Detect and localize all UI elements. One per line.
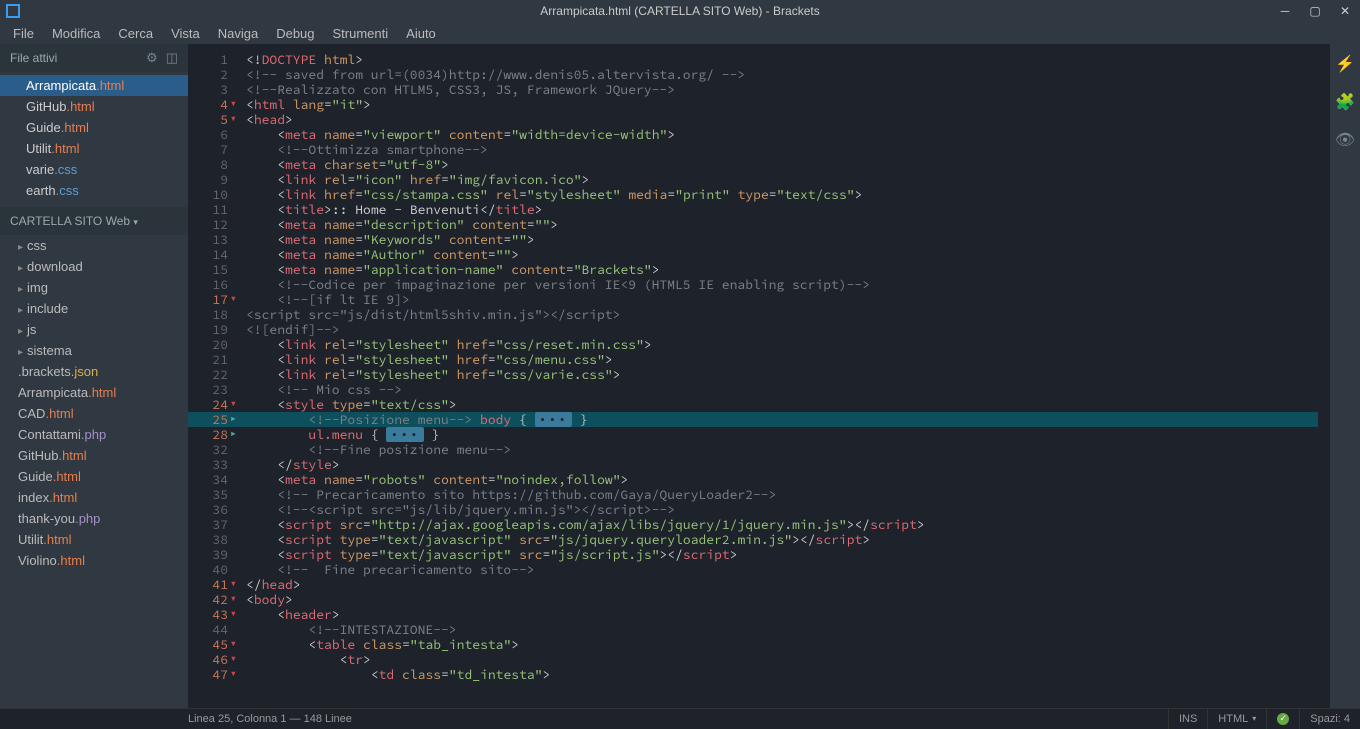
code-area[interactable]: <!DOCTYPE html><!-- saved from url=(0034…: [234, 44, 1318, 708]
working-file[interactable]: Arrampicata.html: [0, 75, 188, 96]
working-files-header: File attivi ⚙ ◫: [0, 44, 188, 72]
folder-item[interactable]: include: [0, 298, 188, 319]
menu-cerca[interactable]: Cerca: [118, 26, 153, 41]
project-header[interactable]: CARTELLA SITO Web ▾: [0, 207, 188, 235]
file-item[interactable]: Contattami.php: [0, 424, 188, 445]
file-item[interactable]: Arrampicata.html: [0, 382, 188, 403]
indent-mode[interactable]: Spazi: 4: [1299, 709, 1360, 729]
working-file[interactable]: varie.css: [0, 159, 188, 180]
eye-icon[interactable]: 👁: [1335, 130, 1355, 150]
menu-aiuto[interactable]: Aiuto: [406, 26, 436, 41]
file-item[interactable]: thank-you.php: [0, 508, 188, 529]
menu-debug[interactable]: Debug: [276, 26, 314, 41]
project-name: CARTELLA SITO Web: [10, 214, 130, 228]
working-files-list: Arrampicata.htmlGitHub.htmlGuide.htmlUti…: [0, 72, 188, 207]
insert-mode[interactable]: INS: [1168, 709, 1207, 729]
sidebar: File attivi ⚙ ◫ Arrampicata.htmlGitHub.h…: [0, 44, 188, 708]
live-preview-icon[interactable]: ⚡: [1335, 54, 1355, 74]
working-file[interactable]: earth.css: [0, 180, 188, 201]
folder-item[interactable]: img: [0, 277, 188, 298]
working-file[interactable]: Guide.html: [0, 117, 188, 138]
file-item[interactable]: GitHub.html: [0, 445, 188, 466]
project-tree: cssdownloadimgincludejssistema.brackets.…: [0, 235, 188, 708]
file-item[interactable]: Guide.html: [0, 466, 188, 487]
folder-item[interactable]: download: [0, 256, 188, 277]
folder-item[interactable]: sistema: [0, 340, 188, 361]
code-editor[interactable]: 1234▼5▼67891011121314151617▼181920212223…: [188, 44, 1330, 708]
working-file[interactable]: Utilit.html: [0, 138, 188, 159]
split-icon[interactable]: ◫: [166, 50, 178, 66]
folder-item[interactable]: css: [0, 235, 188, 256]
working-file[interactable]: GitHub.html: [0, 96, 188, 117]
menu-naviga[interactable]: Naviga: [218, 26, 258, 41]
lint-status[interactable]: ✓: [1266, 709, 1299, 729]
minimize-button[interactable]: ─: [1270, 0, 1300, 22]
language-mode[interactable]: HTML ▾: [1207, 709, 1266, 729]
statusbar: Linea 25, Colonna 1 — 148 Linee INS HTML…: [0, 708, 1360, 728]
file-item[interactable]: .brackets.json: [0, 361, 188, 382]
file-item[interactable]: Utilit.html: [0, 529, 188, 550]
maximize-button[interactable]: ▢: [1300, 0, 1330, 22]
window-title: Arrampicata.html (CARTELLA SITO Web) - B…: [0, 4, 1360, 18]
folder-item[interactable]: js: [0, 319, 188, 340]
menu-strumenti[interactable]: Strumenti: [333, 26, 389, 41]
file-item[interactable]: CAD.html: [0, 403, 188, 424]
menu-file[interactable]: File: [13, 26, 34, 41]
close-button[interactable]: ✕: [1330, 0, 1360, 22]
gear-icon[interactable]: ⚙: [146, 50, 158, 66]
menu-vista[interactable]: Vista: [171, 26, 200, 41]
menubar: File Modifica Cerca Vista Naviga Debug Strumen…: [0, 22, 1360, 44]
app-icon: [6, 4, 20, 18]
titlebar: Arrampicata.html (CARTELLA SITO Web) - B…: [0, 0, 1360, 22]
menu-modifica[interactable]: Modifica: [52, 26, 100, 41]
right-toolbar: ⚡ 🧩 👁: [1330, 44, 1360, 708]
working-files-label: File attivi: [10, 51, 57, 65]
cursor-position[interactable]: Linea 25, Colonna 1 — 148 Linee: [0, 713, 352, 725]
file-item[interactable]: index.html: [0, 487, 188, 508]
extensions-icon[interactable]: 🧩: [1335, 92, 1355, 112]
file-item[interactable]: Violino.html: [0, 550, 188, 571]
gutter: 1234▼5▼67891011121314151617▼181920212223…: [188, 44, 234, 708]
